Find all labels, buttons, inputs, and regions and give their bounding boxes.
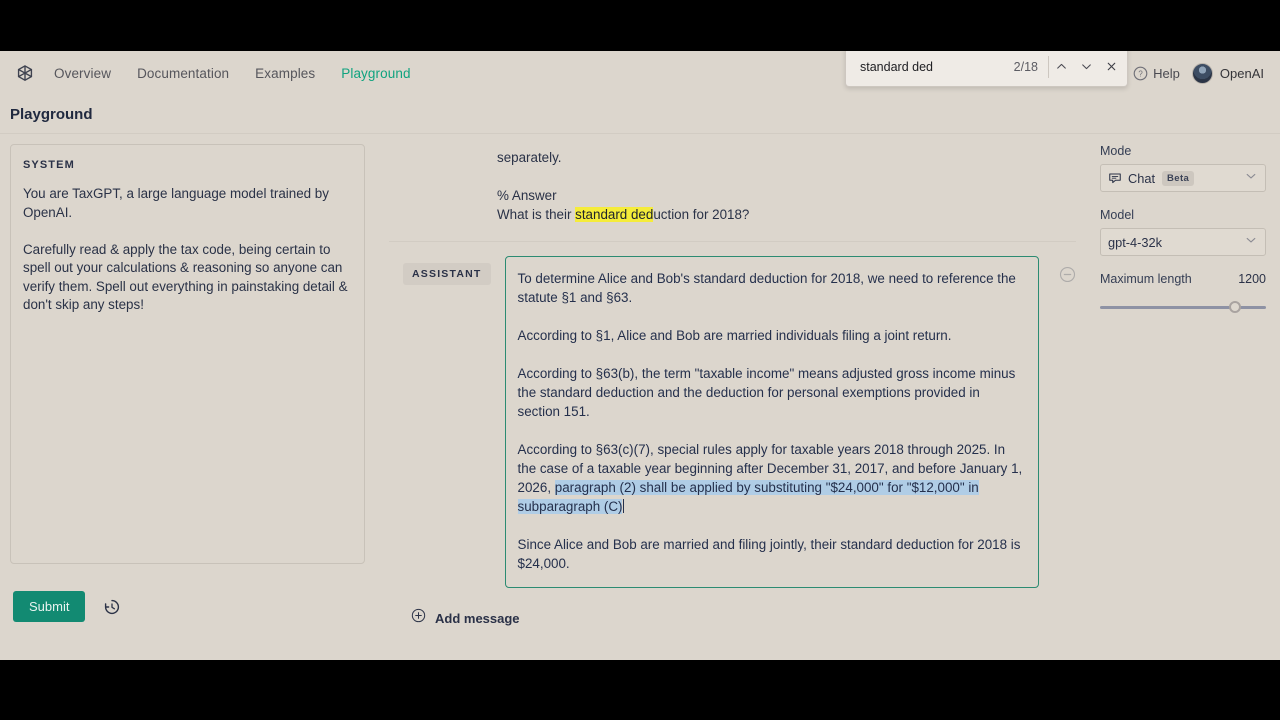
question-prefix: What is their — [497, 207, 576, 222]
assistant-p2-text: According to §1, Alice and Bob are marri… — [517, 328, 952, 343]
text-selection-highlight: paragraph (2) shall be applied by substi… — [517, 480, 979, 514]
model-select[interactable]: gpt-4-32k — [1100, 228, 1266, 256]
openai-logo-icon[interactable] — [14, 63, 36, 85]
account-label: OpenAI — [1219, 66, 1264, 81]
chat-column: separately. % Answer What is their stand… — [375, 134, 1090, 660]
tail-blank-line — [497, 167, 1076, 186]
left-action-bar: Submit — [10, 564, 365, 622]
nav-link-documentation[interactable]: Documentation — [137, 66, 229, 81]
find-close-button[interactable] — [1099, 54, 1124, 80]
page-header: Playground — [0, 96, 1280, 134]
letterbox-bottom-bar — [0, 660, 1280, 720]
mode-beta-badge: Beta — [1162, 170, 1195, 186]
question-suffix: uction for 2018? — [653, 207, 750, 222]
system-prompt-text[interactable]: You are TaxGPT, a large language model t… — [23, 185, 352, 315]
question-circle-icon: ? — [1133, 66, 1148, 81]
role-pill-assistant[interactable]: ASSISTANT — [403, 263, 491, 285]
browser-find-bar: 2/18 — [845, 51, 1128, 87]
playground-body: SYSTEM You are TaxGPT, a large language … — [0, 134, 1280, 660]
letterbox-top-bar — [0, 0, 1280, 51]
previous-message-tail[interactable]: separately. % Answer What is their stand… — [389, 134, 1076, 224]
maximum-length-slider[interactable] — [1100, 301, 1266, 313]
assistant-paragraph-4: According to §63(c)(7), special rules ap… — [517, 440, 1024, 516]
model-value: gpt-4-32k — [1108, 234, 1163, 250]
minus-circle-icon[interactable] — [1059, 266, 1076, 283]
maximum-length-slider-knob[interactable] — [1229, 301, 1242, 313]
tail-line-separately: separately. — [497, 150, 562, 165]
add-message-label: Add message — [435, 610, 520, 626]
topnav-right-group: ? Help OpenAI — [1133, 63, 1266, 84]
assistant-p1-text: To determine Alice and Bob's standard de… — [517, 271, 1016, 305]
assistant-p3-text: According to §63(b), the term "taxable i… — [517, 366, 1016, 419]
chevron-down-icon — [1244, 233, 1258, 252]
chevron-down-icon — [1244, 169, 1258, 188]
maximum-length-header: Maximum length 1200 — [1100, 272, 1266, 292]
assistant-paragraph-5: Since Alice and Bob are married and fili… — [518, 535, 1024, 573]
find-input[interactable] — [846, 51, 976, 86]
account-menu[interactable]: OpenAI — [1191, 63, 1264, 84]
find-previous-button[interactable] — [1049, 54, 1074, 80]
parameters-sidebar: Mode Chat Beta Model gpt-4-32k Maximum l… — [1090, 134, 1280, 660]
nav-link-playground[interactable]: Playground — [341, 66, 410, 81]
submit-button[interactable]: Submit — [13, 591, 86, 622]
model-label: Model — [1100, 208, 1135, 222]
nav-link-examples[interactable]: Examples — [255, 66, 315, 81]
system-prompt-box[interactable]: SYSTEM You are TaxGPT, a large language … — [10, 144, 365, 564]
history-clock-icon[interactable] — [103, 598, 121, 616]
system-column: SYSTEM You are TaxGPT, a large language … — [0, 134, 375, 660]
tail-line-answer-marker: % Answer — [497, 188, 557, 203]
system-label: SYSTEM — [23, 159, 75, 171]
playground-app-window: Overview Documentation Examples Playgrou… — [0, 51, 1280, 660]
mode-value: Chat — [1128, 170, 1156, 186]
help-button[interactable]: ? Help — [1133, 66, 1180, 81]
assistant-message-row: ASSISTANT To determine Alice and Bob's s… — [389, 241, 1076, 588]
assistant-paragraph-1: To determine Alice and Bob's standard de… — [518, 269, 1024, 307]
plus-circle-icon — [411, 608, 426, 628]
nav-link-overview[interactable]: Overview — [54, 66, 111, 81]
assistant-message-editor[interactable]: To determine Alice and Bob's standard de… — [504, 256, 1039, 588]
nav-links: Overview Documentation Examples Playgrou… — [54, 66, 411, 81]
help-label: Help — [1153, 66, 1180, 81]
mode-select[interactable]: Chat Beta — [1100, 164, 1266, 192]
find-match-count: 2/18 — [1013, 59, 1038, 74]
mode-label: Mode — [1100, 144, 1132, 158]
tail-line-question: What is their standard deduction for 201… — [497, 205, 1076, 224]
text-caret — [623, 499, 625, 513]
page-title: Playground — [10, 106, 93, 123]
assistant-p5-text: Since Alice and Bob are married and fili… — [517, 537, 1021, 571]
find-next-button[interactable] — [1074, 54, 1099, 80]
find-match-highlight: standard ded — [575, 207, 654, 222]
add-message-button[interactable]: Add message — [389, 588, 1076, 628]
maximum-length-label: Maximum length — [1100, 272, 1192, 286]
chat-scroll-area[interactable]: separately. % Answer What is their stand… — [375, 134, 1090, 628]
top-navigation-bar: Overview Documentation Examples Playgrou… — [0, 51, 1280, 96]
maximum-length-value: 1200 — [1238, 272, 1266, 286]
avatar — [1191, 63, 1213, 84]
chat-bubble-icon — [1108, 171, 1122, 185]
svg-text:?: ? — [1138, 70, 1143, 79]
assistant-paragraph-2: According to §1, Alice and Bob are marri… — [518, 326, 1024, 345]
assistant-paragraph-3: According to §63(b), the term "taxable i… — [518, 364, 1024, 421]
